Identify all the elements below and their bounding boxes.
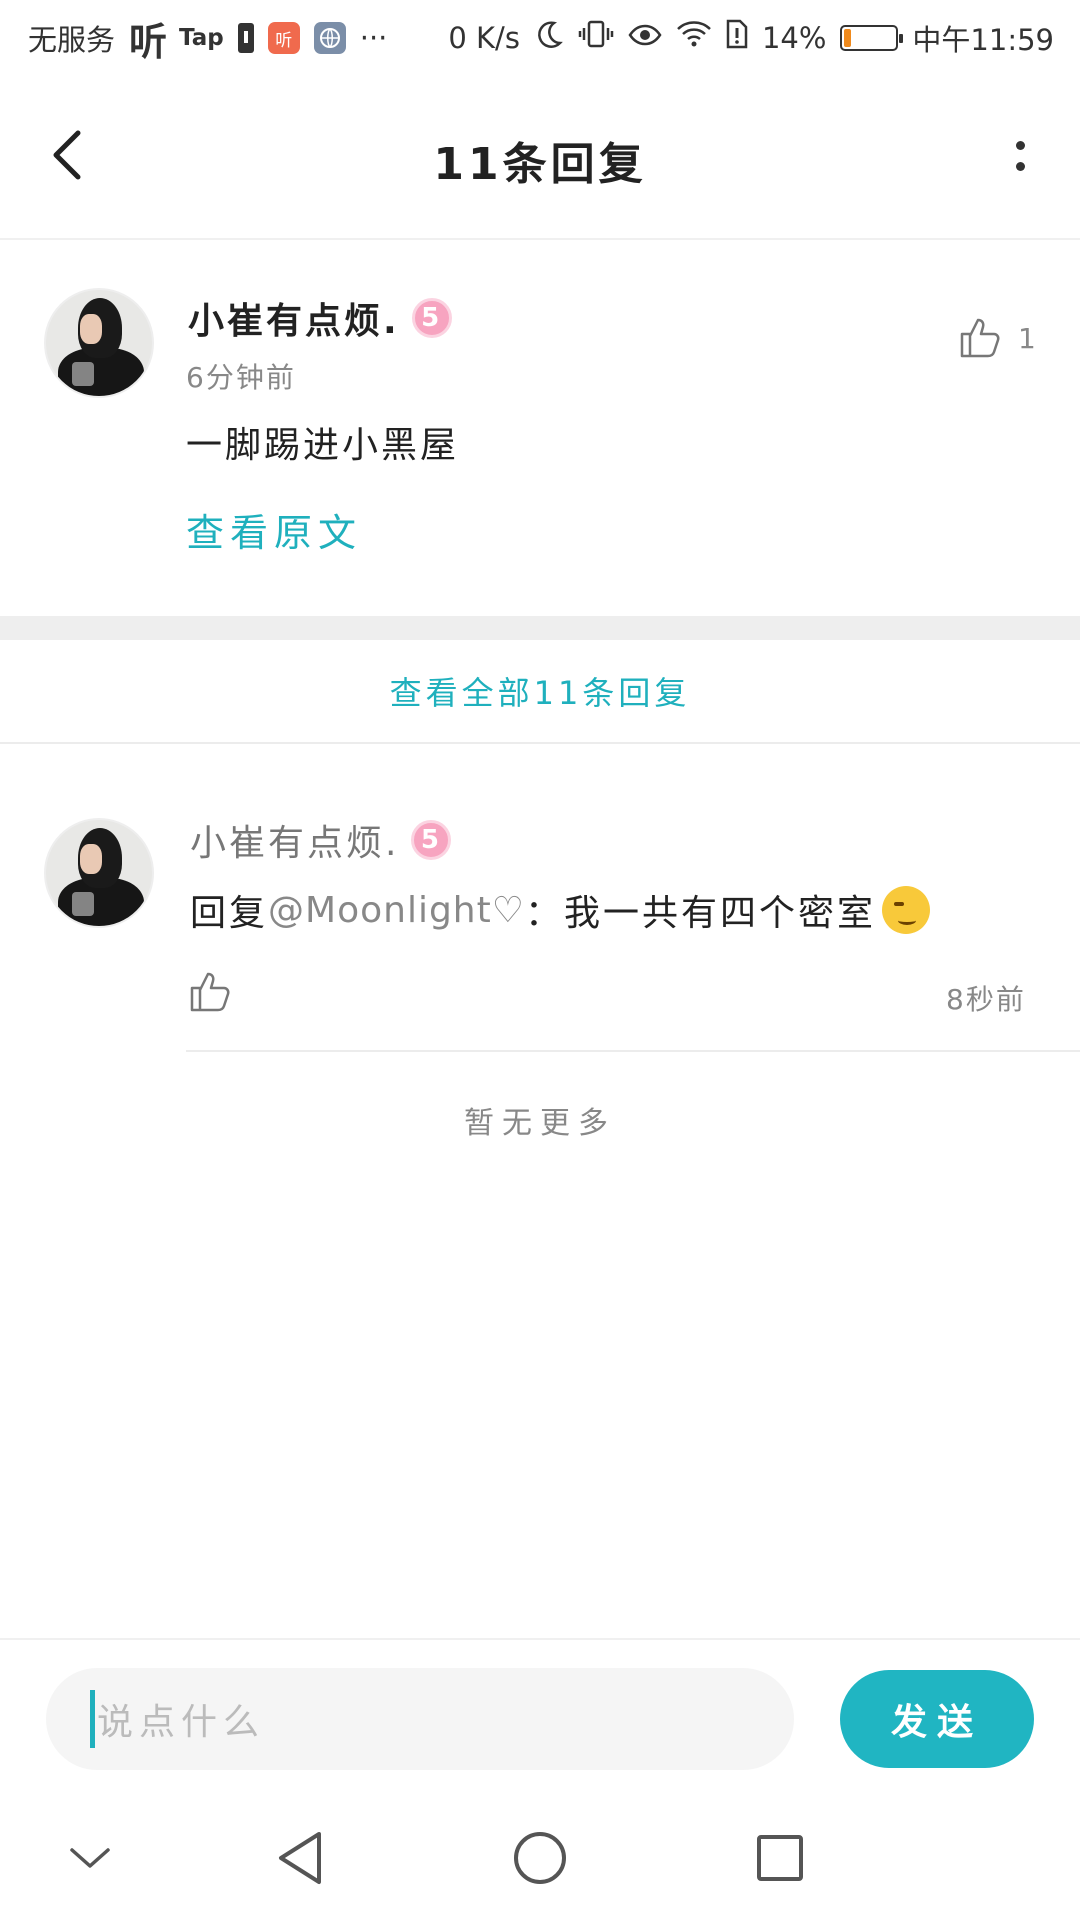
nav-home-button[interactable] (500, 1822, 580, 1894)
avatar[interactable] (44, 288, 154, 398)
net-speed: 0 K/s (448, 21, 520, 55)
tap-icon: Tap (179, 25, 224, 51)
reply-body: 我一共有四个密室 (564, 893, 877, 934)
reply-like-button[interactable] (188, 970, 232, 1014)
nav-back-button[interactable] (260, 1822, 340, 1894)
avatar[interactable] (44, 818, 154, 928)
browser-app-icon (313, 22, 346, 54)
smirk-emoji-icon (882, 886, 931, 934)
system-nav-bar (0, 1796, 1080, 1920)
avatar-face (80, 314, 102, 344)
eye-icon (628, 21, 662, 56)
reply-text: 回复 @Moonlight♡ ： 我一共有四个密室 (190, 884, 931, 936)
moon-icon (534, 19, 564, 57)
circle-home-icon (514, 1832, 566, 1884)
comment-input[interactable]: 说点什么 (46, 1668, 794, 1770)
reply-colon: ： (525, 893, 565, 934)
chevron-down-icon (70, 1848, 110, 1868)
section-separator (0, 616, 1080, 640)
more-notifications-icon: ··· (359, 21, 388, 55)
reply-username[interactable]: 小崔有点烦. 5 (190, 814, 452, 866)
reply-item: 小崔有点烦. 5 回复 @Moonlight♡ ： 我一共有四个密室 8秒前 (0, 744, 1080, 1054)
main-comment: 小崔有点烦. 5 6分钟前 一脚踢进小黑屋 查看原文 1 (0, 240, 1080, 616)
level-badge: 5 (411, 820, 452, 860)
level-badge: 5 (411, 298, 452, 338)
avatar-shirt-print (72, 892, 94, 916)
page-title: 11条回复 (433, 139, 647, 190)
battery-icon (840, 25, 904, 51)
view-original-link[interactable]: 查看原文 (186, 502, 362, 557)
input-placeholder: 说点什么 (97, 1702, 266, 1743)
like-count: 1 (1018, 321, 1036, 355)
text-caret (90, 1690, 95, 1748)
view-all-replies-link[interactable]: 查看全部11条回复 (0, 640, 1080, 744)
battery-percent: 14% (761, 21, 827, 55)
triangle-back-icon (279, 1832, 321, 1884)
nav-recents-button[interactable] (740, 1822, 820, 1894)
thumbs-up-icon (190, 972, 230, 1012)
header: 11条回复 (0, 76, 1080, 240)
comment-like-button[interactable]: 1 (958, 316, 1036, 360)
reply-divider (186, 1050, 1080, 1052)
username-text: 小崔有点烦. (188, 301, 400, 342)
no-more-text: 暂无更多 (464, 1106, 616, 1141)
mention-link[interactable]: @Moonlight♡ (268, 890, 525, 931)
status-bar-left: 无服务 听 Tap 听 ··· (28, 11, 387, 66)
comment-text: 一脚踢进小黑屋 (186, 425, 460, 466)
avatar-shirt-print (72, 362, 94, 386)
reply-timestamp: 8秒前 (946, 983, 1026, 1016)
status-bar: 无服务 听 Tap 听 ··· 0 K/s 14% 中午11:59 (0, 0, 1080, 76)
send-button[interactable]: 发送 (840, 1670, 1034, 1768)
battery-alert-icon (237, 23, 254, 53)
clock: 中午11:59 (912, 23, 1054, 57)
comment-username[interactable]: 小崔有点烦. 5 (188, 292, 452, 344)
more-vertical-icon-dot (1015, 162, 1025, 171)
thumbs-up-icon (960, 318, 1000, 358)
vibrate-icon (578, 19, 614, 57)
ting-app-icon: 听 (267, 22, 300, 54)
status-bar-right: 0 K/s 14% 中午11:59 (448, 17, 1054, 59)
more-options-button[interactable] (1000, 124, 1040, 188)
nav-collapse-button[interactable] (50, 1822, 130, 1894)
no-service-text: 无服务 (28, 23, 116, 57)
wifi-icon (676, 20, 712, 56)
reply-prefix: 回复 (190, 893, 269, 934)
battery-fill (844, 29, 852, 47)
sim-alert-icon (726, 19, 748, 57)
comment-timestamp: 6分钟前 (186, 361, 296, 394)
username-text: 小崔有点烦. (190, 823, 400, 864)
more-vertical-icon (1015, 141, 1025, 150)
ting-icon: 听 (129, 19, 167, 64)
square-recents-icon (757, 1835, 803, 1881)
comment-input-bar: 说点什么 发送 (0, 1638, 1080, 1770)
avatar-face (80, 844, 102, 874)
